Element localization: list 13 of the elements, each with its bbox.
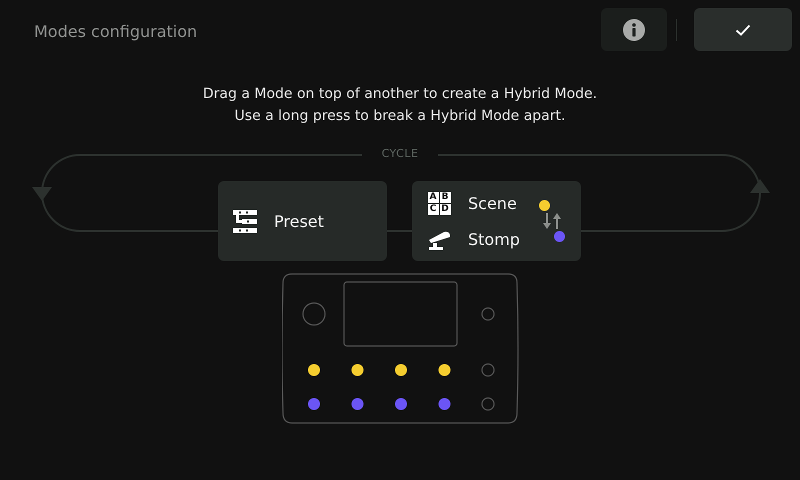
swap-arrows-icon <box>543 213 561 229</box>
mode-label: Preset <box>274 212 324 230</box>
mode-label: Stomp <box>468 230 520 249</box>
instruction-text: Drag a Mode on top of another to create a Hybrid Mode. Use a long press to break a Hybrid Mode apart. <box>202 85 598 126</box>
mode-card[interactable]: A B C D Scene Stomp <box>412 181 581 261</box>
info-button[interactable] <box>601 8 667 51</box>
info-icon <box>623 18 645 40</box>
mode-label: Scene <box>468 194 517 212</box>
page-title: Modes configuration <box>34 22 198 40</box>
cycle-label: CYCLE <box>380 147 420 160</box>
stack-icon <box>233 209 257 233</box>
mode-card[interactable]: Preset <box>218 181 387 261</box>
check-icon <box>735 24 751 36</box>
